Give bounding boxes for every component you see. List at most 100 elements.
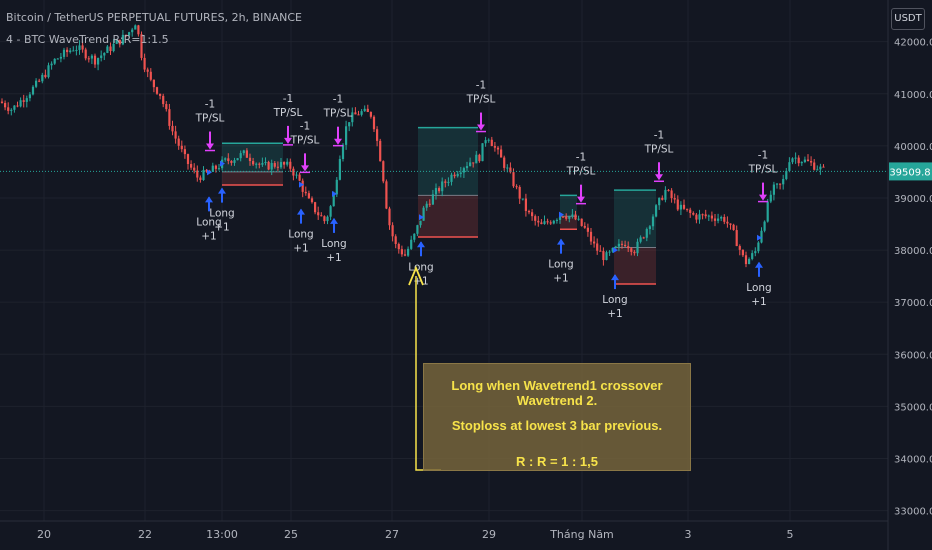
candle-body [155,87,159,94]
candle-body [599,250,602,252]
candle-down [689,207,692,218]
candle-body [385,181,388,209]
candle-body [679,204,682,210]
candle-body [109,46,112,52]
candle-down [810,156,813,166]
annotation-line-2: Stoploss at lowest 3 bar previous. [451,418,663,433]
candle-body [791,158,794,163]
candle-body [754,251,757,254]
candle-up [481,143,484,162]
candle-body [748,258,751,265]
candle-down [0,98,4,104]
candle-down [503,155,506,171]
candle-up [134,24,137,30]
candle-body [664,189,667,200]
candle-body [72,50,75,52]
candle-down [159,93,162,100]
candle-body [211,165,214,172]
long-arrow-head [218,187,226,194]
candle-down [66,47,69,57]
candle-body [97,58,100,65]
candle-body [813,162,816,170]
candle-down [478,153,481,163]
candle-body [565,216,568,219]
candle-body [782,178,785,185]
candle-down [661,195,664,201]
exit-arrow-head [577,196,585,203]
candle-body [106,46,109,53]
candle-body [670,190,673,199]
candle-up [751,250,754,261]
candle-body [518,187,521,199]
candle-up [59,52,62,63]
candle-up [236,158,239,161]
candle-down [314,201,317,215]
candle-body [372,116,376,130]
candle-body [428,203,431,205]
exit-arrow-head [655,174,663,181]
candle-body [487,139,490,141]
candle-down [723,214,726,225]
candle-body [431,194,434,205]
candle-body [314,202,317,213]
candle-down [323,215,326,224]
candle-down [589,228,593,245]
candle-body [506,167,509,169]
candle-up [720,215,723,222]
candle-body [512,172,515,187]
candle-body [13,105,16,110]
candle-up [75,45,78,56]
candle-body [217,168,221,170]
candle-body [540,222,543,225]
exit-arrow-head [206,143,214,150]
candle-body [50,63,53,66]
candle-down [44,69,47,79]
candle-down [310,196,314,204]
candle-up [62,47,66,60]
candle-body [803,159,806,163]
candle-body [769,194,772,202]
candle-body [456,173,459,177]
exit-count: -1 [576,152,586,164]
trade-boxes [222,126,656,285]
candle-down [317,206,320,220]
long-count: +1 [293,243,308,255]
candle-down [397,242,400,254]
candle-body [310,198,314,203]
candle-body [800,162,803,164]
candle-down [599,245,602,252]
candle-up [782,174,785,190]
candle-up [698,209,701,224]
candle-body [180,145,183,150]
time-tick-label: 25 [284,528,298,541]
exit-signal: -1 TP/SL [323,94,353,147]
candle-up [555,218,558,224]
long-label: Long [408,261,433,273]
candle-body [729,223,732,225]
candle-up [202,166,205,181]
candle-down [87,56,90,63]
candle-body [103,52,106,56]
candle-body [779,183,782,185]
currency-button[interactable]: USDT [891,8,925,30]
candle-body [53,58,56,64]
exit-label: TP/SL [290,134,320,146]
candle-up [53,58,56,65]
candle-body [7,107,10,111]
candle-body [255,163,258,165]
exit-signal: -1 TP/SL [195,99,225,152]
candle-body [524,198,527,211]
candle-down [667,188,670,192]
candle-body [149,71,152,80]
candle-body [797,157,800,164]
candle-body [751,253,754,259]
candle-body [224,158,227,160]
candle-body [400,249,403,255]
candle-down [283,161,286,169]
candle-down [673,193,676,204]
candle-down [304,186,307,196]
candle-body [735,230,738,247]
candle-body [676,199,679,210]
exit-arrow-head [301,165,309,172]
candle-down [385,179,388,210]
